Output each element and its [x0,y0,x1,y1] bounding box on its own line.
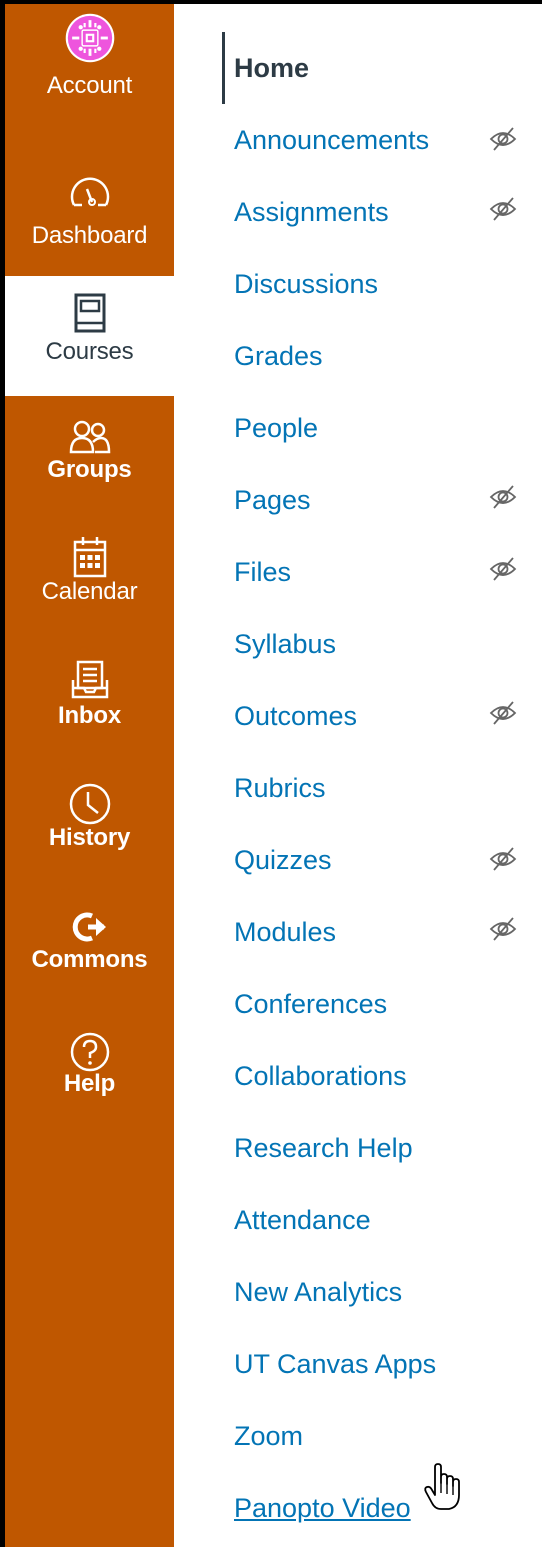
nav-history-label: History [48,824,131,851]
course-nav-discussions[interactable]: Discussions [234,264,534,304]
eye-slash-icon [488,700,518,726]
course-nav-zoom[interactable]: Zoom [234,1416,534,1456]
course-nav-panopto-video[interactable]: Panopto Video [234,1488,534,1528]
course-nav-conferences[interactable]: Conferences [234,984,534,1024]
eye-slash-icon [488,556,518,582]
course-nav-research-help[interactable]: Research Help [234,1128,534,1168]
course-navigation: Home Announcements Assignments Discussio… [174,4,542,1547]
nav-calendar-label: Calendar [41,578,138,605]
commons-arrow-icon [65,900,115,950]
nav-dashboard-label: Dashboard [31,222,148,249]
course-nav-attendance[interactable]: Attendance [234,1200,534,1240]
book-icon [65,288,115,338]
nav-groups[interactable]: Groups [5,396,174,516]
calendar-icon [65,528,115,578]
help-icon [65,1024,115,1074]
course-nav-syllabus[interactable]: Syllabus [234,624,534,664]
nav-inbox[interactable]: Inbox [5,640,174,760]
groups-icon [65,408,115,458]
course-nav-home[interactable]: Home [234,48,534,88]
nav-courses[interactable]: Courses [5,276,174,396]
nav-account[interactable]: Account [5,4,174,124]
nav-groups-label: Groups [47,456,132,483]
course-nav-grades[interactable]: Grades [234,336,534,376]
nav-commons[interactable]: Commons [5,888,174,1008]
course-nav-collaborations[interactable]: Collaborations [234,1056,534,1096]
avatar-icon [65,13,115,66]
nav-help[interactable]: Help [5,1012,174,1132]
speedometer-icon [65,168,115,218]
eye-slash-icon [488,484,518,510]
course-nav-ut-canvas-apps[interactable]: UT Canvas Apps [234,1344,534,1384]
nav-help-label: Help [63,1070,116,1097]
global-navigation: Account Dashboard Courses Groups Calenda… [5,4,174,1547]
clock-icon [65,776,115,826]
inbox-icon [65,652,115,702]
nav-history[interactable]: History [5,764,174,884]
nav-commons-label: Commons [31,946,148,973]
course-nav-new-analytics[interactable]: New Analytics [234,1272,534,1312]
active-indicator [222,32,225,104]
nav-courses-label: Courses [45,338,134,365]
eye-slash-icon [488,846,518,872]
nav-calendar[interactable]: Calendar [5,516,174,636]
hand-cursor-icon [423,1463,463,1513]
nav-dashboard[interactable]: Dashboard [5,156,174,276]
nav-account-label: Account [46,72,133,99]
eye-slash-icon [488,916,518,942]
course-nav-people[interactable]: People [234,408,534,448]
eye-slash-icon [488,126,518,152]
eye-slash-icon [488,196,518,222]
course-nav-rubrics[interactable]: Rubrics [234,768,534,808]
nav-inbox-label: Inbox [58,702,121,729]
